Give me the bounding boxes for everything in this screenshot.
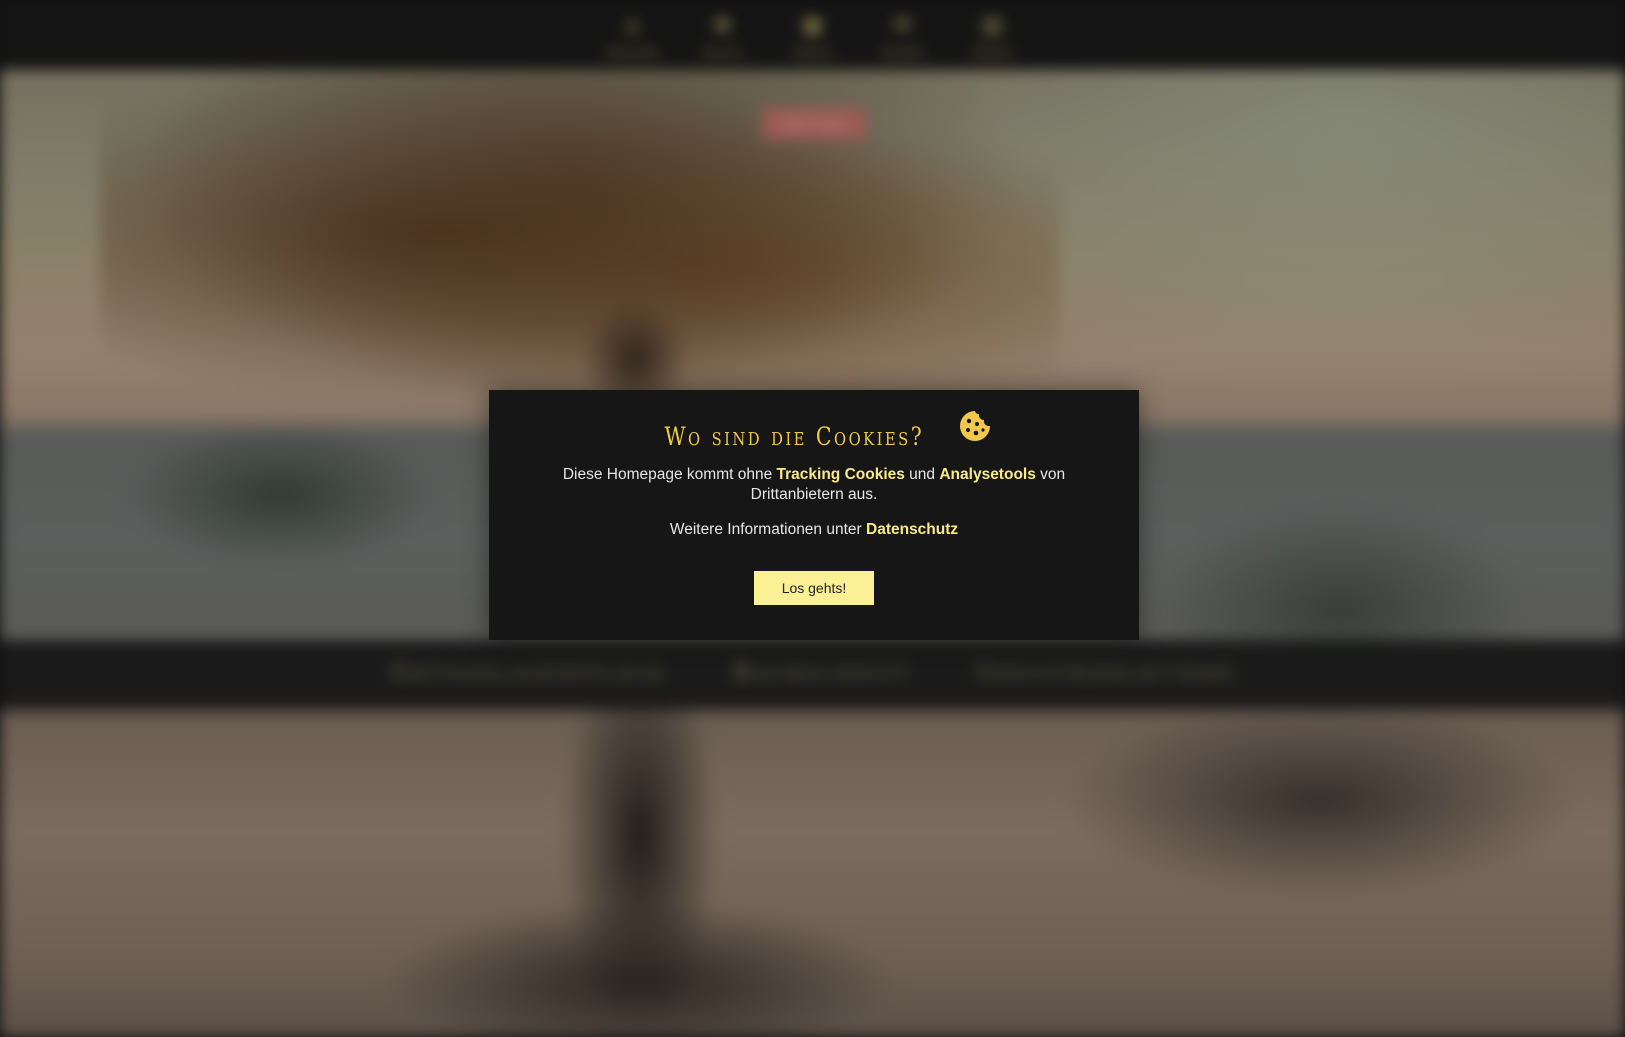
nav-label: Wissen bbox=[973, 46, 1012, 59]
left-tree-reflection bbox=[120, 420, 440, 570]
analysetools-link[interactable]: Analysetools bbox=[939, 466, 1035, 483]
mail-icon: ✉ bbox=[893, 13, 912, 38]
service-link-gruenanlagenpflege[interactable]: Grünanlagenpflege bbox=[390, 658, 667, 686]
page: ⌂ Startseite ❀ Service ▣ Galerie ✉ Konta… bbox=[0, 0, 1625, 1037]
nav-item-kontakt[interactable]: ✉ Kontakt bbox=[873, 0, 933, 60]
gallery-icon: ▣ bbox=[802, 13, 823, 38]
right-lower-reflection bbox=[1060, 700, 1580, 900]
nav-item-wissen[interactable]: ▤ Wissen bbox=[963, 0, 1023, 60]
cookie-dialog: Wo sind die Cookies? Diese Homepage komm… bbox=[489, 390, 1139, 640]
dialog-title: Wo sind die Cookies? bbox=[664, 422, 924, 451]
dialog-message: Diese Homepage kommt ohne Tracking Cooki… bbox=[534, 465, 1094, 505]
sprout-icon: ❀ bbox=[713, 13, 732, 38]
nav-label: Service bbox=[702, 46, 743, 59]
nav-label: Startseite bbox=[605, 46, 660, 59]
cookie-icon bbox=[960, 410, 991, 441]
nav-label: Galerie bbox=[792, 46, 833, 59]
top-navigation: ⌂ Startseite ❀ Service ▣ Galerie ✉ Konta… bbox=[0, 0, 1625, 70]
dialog-info: Weitere Informationen unter Datenschutz bbox=[534, 520, 1094, 540]
nav-item-galerie[interactable]: ▣ Galerie bbox=[783, 0, 843, 60]
nav-item-startseite[interactable]: ⌂ Startseite bbox=[603, 0, 663, 60]
message-text: und bbox=[904, 466, 940, 483]
nav-item-service[interactable]: ❀ Service bbox=[693, 0, 753, 60]
hero-read-more-button[interactable]: mehr lesen bbox=[762, 108, 866, 140]
home-icon: ⌂ bbox=[625, 13, 640, 38]
info-text: Weitere Informationen unter bbox=[669, 521, 866, 538]
datenschutz-link[interactable]: Datenschutz bbox=[866, 521, 958, 538]
dialog-title-row: Wo sind die Cookies? bbox=[489, 410, 1139, 451]
service-link-industrieklettern[interactable]: Industrieklettern bbox=[977, 658, 1235, 686]
roots-reflection bbox=[380, 900, 900, 1037]
service-band: Grünanlagenpflege Baumschnitt Industriek… bbox=[0, 640, 1625, 704]
service-link-baumschnitt[interactable]: Baumschnitt bbox=[733, 658, 912, 686]
tracking-cookies-link[interactable]: Tracking Cookies bbox=[777, 466, 905, 483]
accept-button[interactable]: Los gehts! bbox=[754, 571, 874, 605]
message-text: Diese Homepage kommt ohne bbox=[562, 466, 777, 483]
book-icon: ▤ bbox=[982, 13, 1003, 38]
nav-label: Kontakt bbox=[881, 46, 924, 59]
